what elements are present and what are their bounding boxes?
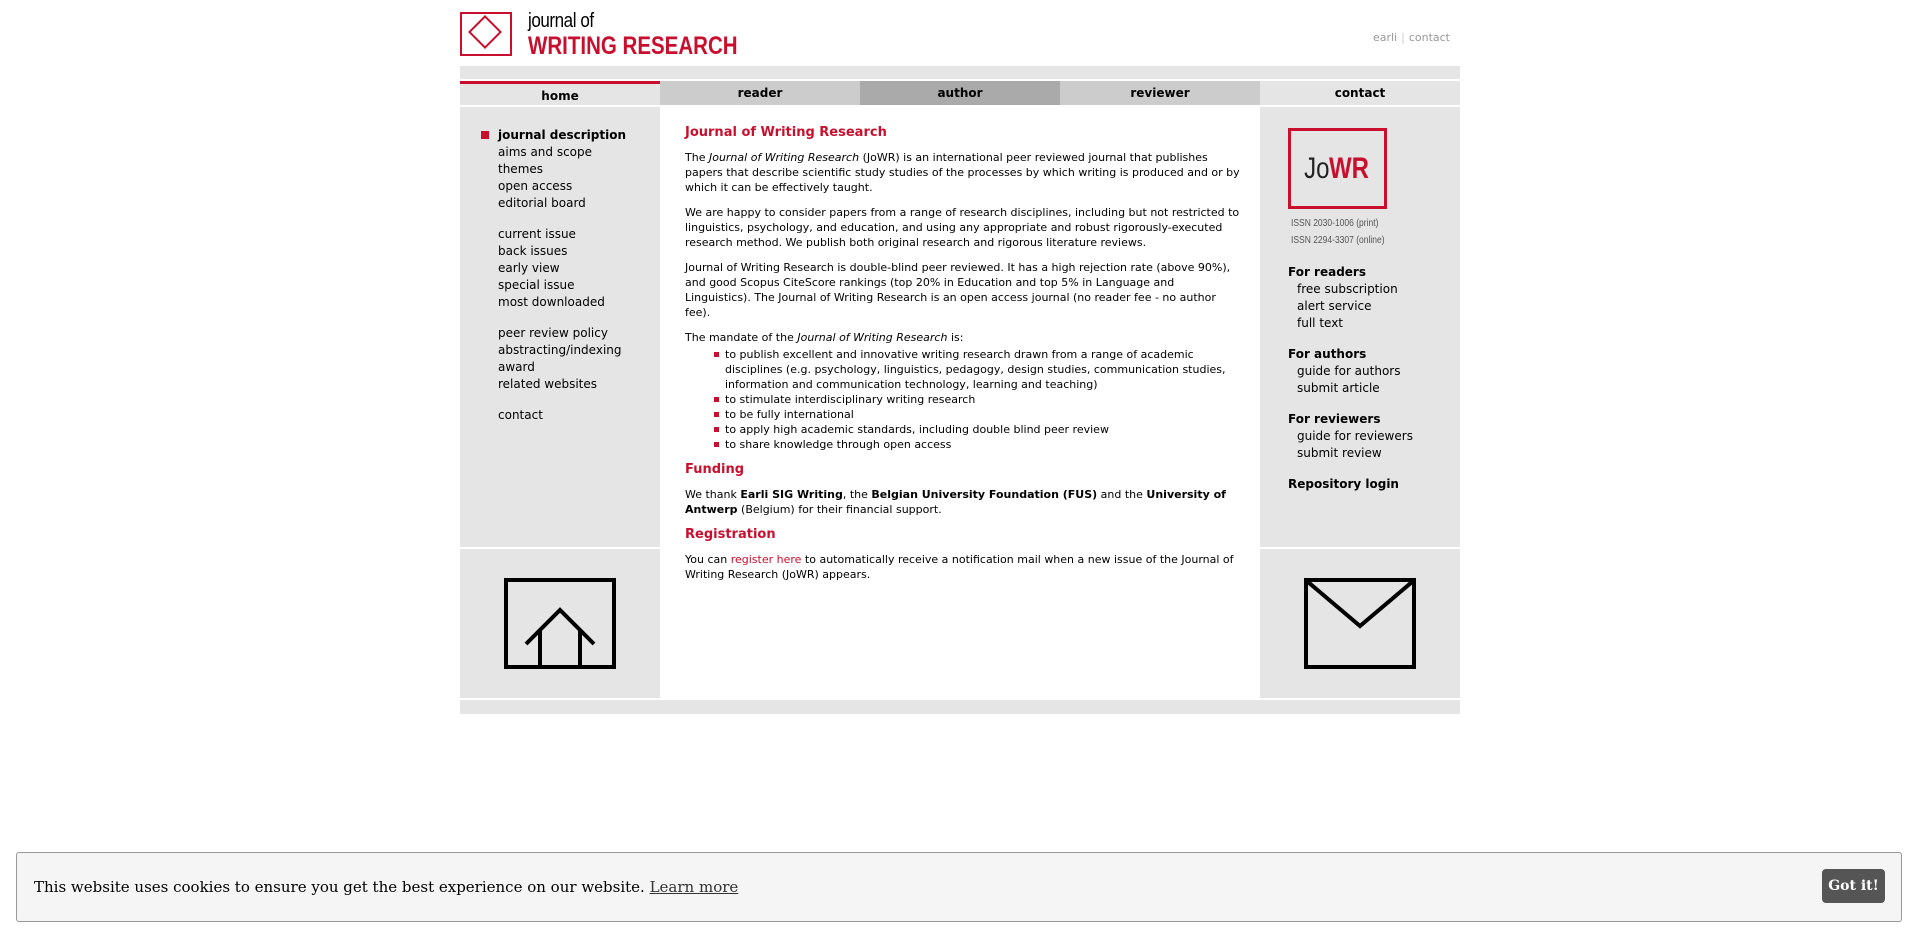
header-band xyxy=(460,66,1460,79)
link-submit-article[interactable]: submit article xyxy=(1288,380,1413,397)
authors-heading: For authors xyxy=(1288,347,1367,361)
left-nav-open-access[interactable]: open access xyxy=(498,178,626,195)
journal-name-italic: Journal of Writing Research xyxy=(708,151,860,164)
right-sidebar: Jo WR ISSN 2030-1006 (print) ISSN 2294-33… xyxy=(1260,107,1460,547)
cookie-message: This website uses cookies to ensure you … xyxy=(34,878,738,896)
link-guide-for-authors[interactable]: guide for authors xyxy=(1288,363,1413,380)
left-nav-early-view[interactable]: early view xyxy=(498,260,626,277)
left-nav-editorial-board[interactable]: editorial board xyxy=(498,195,626,212)
text: , the xyxy=(842,488,872,501)
journal-name-italic: Journal of Writing Research xyxy=(797,331,948,344)
logo-line1: journal of xyxy=(528,10,594,32)
top-link-contact[interactable]: contact xyxy=(1409,31,1450,44)
text: and the xyxy=(1097,488,1147,501)
logo-line2: WRITING RESEARCH xyxy=(528,32,738,60)
issn-online: ISSN 2294-3307 (online) xyxy=(1291,235,1385,246)
top-links: earli | contact xyxy=(1373,31,1450,44)
header: journal of WRITING RESEARCH earli | contac… xyxy=(460,0,1460,66)
home-icon[interactable] xyxy=(504,578,616,669)
mandate-intro: The mandate of the Journal of Writing Re… xyxy=(685,330,1240,345)
mandate-item: to apply high academic standards, includ… xyxy=(714,422,1240,437)
diamond-icon xyxy=(468,15,502,49)
readers-group: For readers free subscription alert serv… xyxy=(1288,264,1413,332)
left-nav-award[interactable]: award xyxy=(498,359,626,376)
issn-print: ISSN 2030-1006 (print) xyxy=(1291,218,1379,229)
left-nav-most-downloaded[interactable]: most downloaded xyxy=(498,294,626,311)
home-icon-graphic xyxy=(524,607,596,665)
left-nav-contact[interactable]: contact xyxy=(498,407,626,424)
mandate-item: to stimulate interdisciplinary writing r… xyxy=(714,392,1240,407)
cookie-accept-button[interactable]: Got it! xyxy=(1822,869,1885,903)
left-nav-themes[interactable]: themes xyxy=(498,161,626,178)
repository-login-link[interactable]: Repository login xyxy=(1288,476,1413,493)
content-row: journal description aims and scope theme… xyxy=(460,107,1460,698)
funding-heading: Funding xyxy=(685,462,745,477)
mandate-item: to be fully international xyxy=(714,407,1240,422)
left-nav-back-issues[interactable]: back issues xyxy=(498,243,626,260)
journal-logo-icon[interactable] xyxy=(460,12,512,56)
page-container: journal of WRITING RESEARCH earli | contac… xyxy=(460,0,1460,714)
left-nav-aims-and-scope[interactable]: aims and scope xyxy=(498,144,626,161)
left-nav-journal-description[interactable]: journal description xyxy=(481,127,626,144)
tab-home[interactable]: home xyxy=(460,81,660,105)
link-free-subscription[interactable]: free subscription xyxy=(1288,281,1413,298)
logo-jo: Jo xyxy=(1303,151,1330,185)
funding-paragraph: We thank Earli SIG Writing, the Belgian … xyxy=(685,487,1240,517)
right-bottom-panel xyxy=(1260,549,1460,698)
page-title: Journal of Writing Research xyxy=(685,125,887,140)
review-paragraph: Journal of Writing Research is double-bl… xyxy=(685,261,1231,319)
mail-icon-graphic xyxy=(1306,580,1414,629)
register-link[interactable]: register here xyxy=(731,553,802,566)
issn-block: ISSN 2030-1006 (print) ISSN 2294-3307 (o… xyxy=(1291,215,1385,249)
text: (Belgium) for their financial support. xyxy=(737,503,942,516)
left-nav-current-issue[interactable]: current issue xyxy=(498,226,626,243)
text: The xyxy=(685,151,709,164)
tab-reader[interactable]: reader xyxy=(660,81,860,105)
funder-fus: Belgian University Foundation (FUS) xyxy=(871,488,1098,501)
description-paragraph: The Journal of Writing Research (JoWR) i… xyxy=(685,150,1240,195)
readers-heading: For readers xyxy=(1288,265,1366,279)
top-link-earli[interactable]: earli xyxy=(1373,31,1397,44)
left-nav-peer-review-policy[interactable]: peer review policy xyxy=(498,325,626,342)
main-nav: home reader author reviewer contact xyxy=(460,81,1460,105)
left-nav-list: journal description aims and scope theme… xyxy=(481,127,626,424)
disciplines-paragraph: We are happy to consider papers from a r… xyxy=(685,206,1240,249)
text: We thank xyxy=(685,488,741,501)
authors-group: For authors guide for authors submit art… xyxy=(1288,346,1413,397)
left-nav-special-issue[interactable]: special issue xyxy=(498,277,626,294)
left-bottom-panel xyxy=(460,549,660,698)
text: is: xyxy=(947,331,964,344)
mandate-item: to publish excellent and innovative writ… xyxy=(714,347,1240,392)
learn-more-link[interactable]: Learn more xyxy=(650,878,739,896)
link-alert-service[interactable]: alert service xyxy=(1288,298,1413,315)
tab-contact[interactable]: contact xyxy=(1260,81,1460,105)
tab-author[interactable]: author xyxy=(860,81,1060,105)
main-content: Journal of Writing Research The Journal … xyxy=(660,107,1260,698)
link-submit-review[interactable]: submit review xyxy=(1288,445,1413,462)
logo-wr: WR xyxy=(1329,151,1370,185)
left-nav-related-websites[interactable]: related websites xyxy=(498,376,626,393)
left-sidebar: journal description aims and scope theme… xyxy=(460,107,660,547)
reviewers-group: For reviewers guide for reviewers submit… xyxy=(1288,411,1413,462)
tab-reviewer[interactable]: reviewer xyxy=(1060,81,1260,105)
text: The mandate of the xyxy=(685,331,798,344)
registration-heading: Registration xyxy=(685,527,776,542)
mandate-list: to publish excellent and innovative writ… xyxy=(685,347,1240,452)
registration-paragraph: You can register here to automatically r… xyxy=(685,552,1240,582)
link-guide-for-reviewers[interactable]: guide for reviewers xyxy=(1288,428,1413,445)
footer-band xyxy=(460,700,1460,714)
jowr-logo[interactable]: Jo WR xyxy=(1288,128,1387,209)
mail-icon[interactable] xyxy=(1304,578,1416,669)
link-full-text[interactable]: full text xyxy=(1288,315,1413,332)
cookie-banner: This website uses cookies to ensure you … xyxy=(16,852,1902,922)
funder-earli: Earli SIG Writing xyxy=(740,488,843,501)
separator: | xyxy=(1401,31,1405,44)
cookie-text: This website uses cookies to ensure you … xyxy=(34,878,645,896)
right-nav: For readers free subscription alert serv… xyxy=(1288,264,1413,493)
text: You can xyxy=(685,553,731,566)
mandate-item: to share knowledge through open access xyxy=(714,437,1240,452)
left-nav-abstracting-indexing[interactable]: abstracting/indexing xyxy=(498,342,626,359)
reviewers-heading: For reviewers xyxy=(1288,412,1381,426)
